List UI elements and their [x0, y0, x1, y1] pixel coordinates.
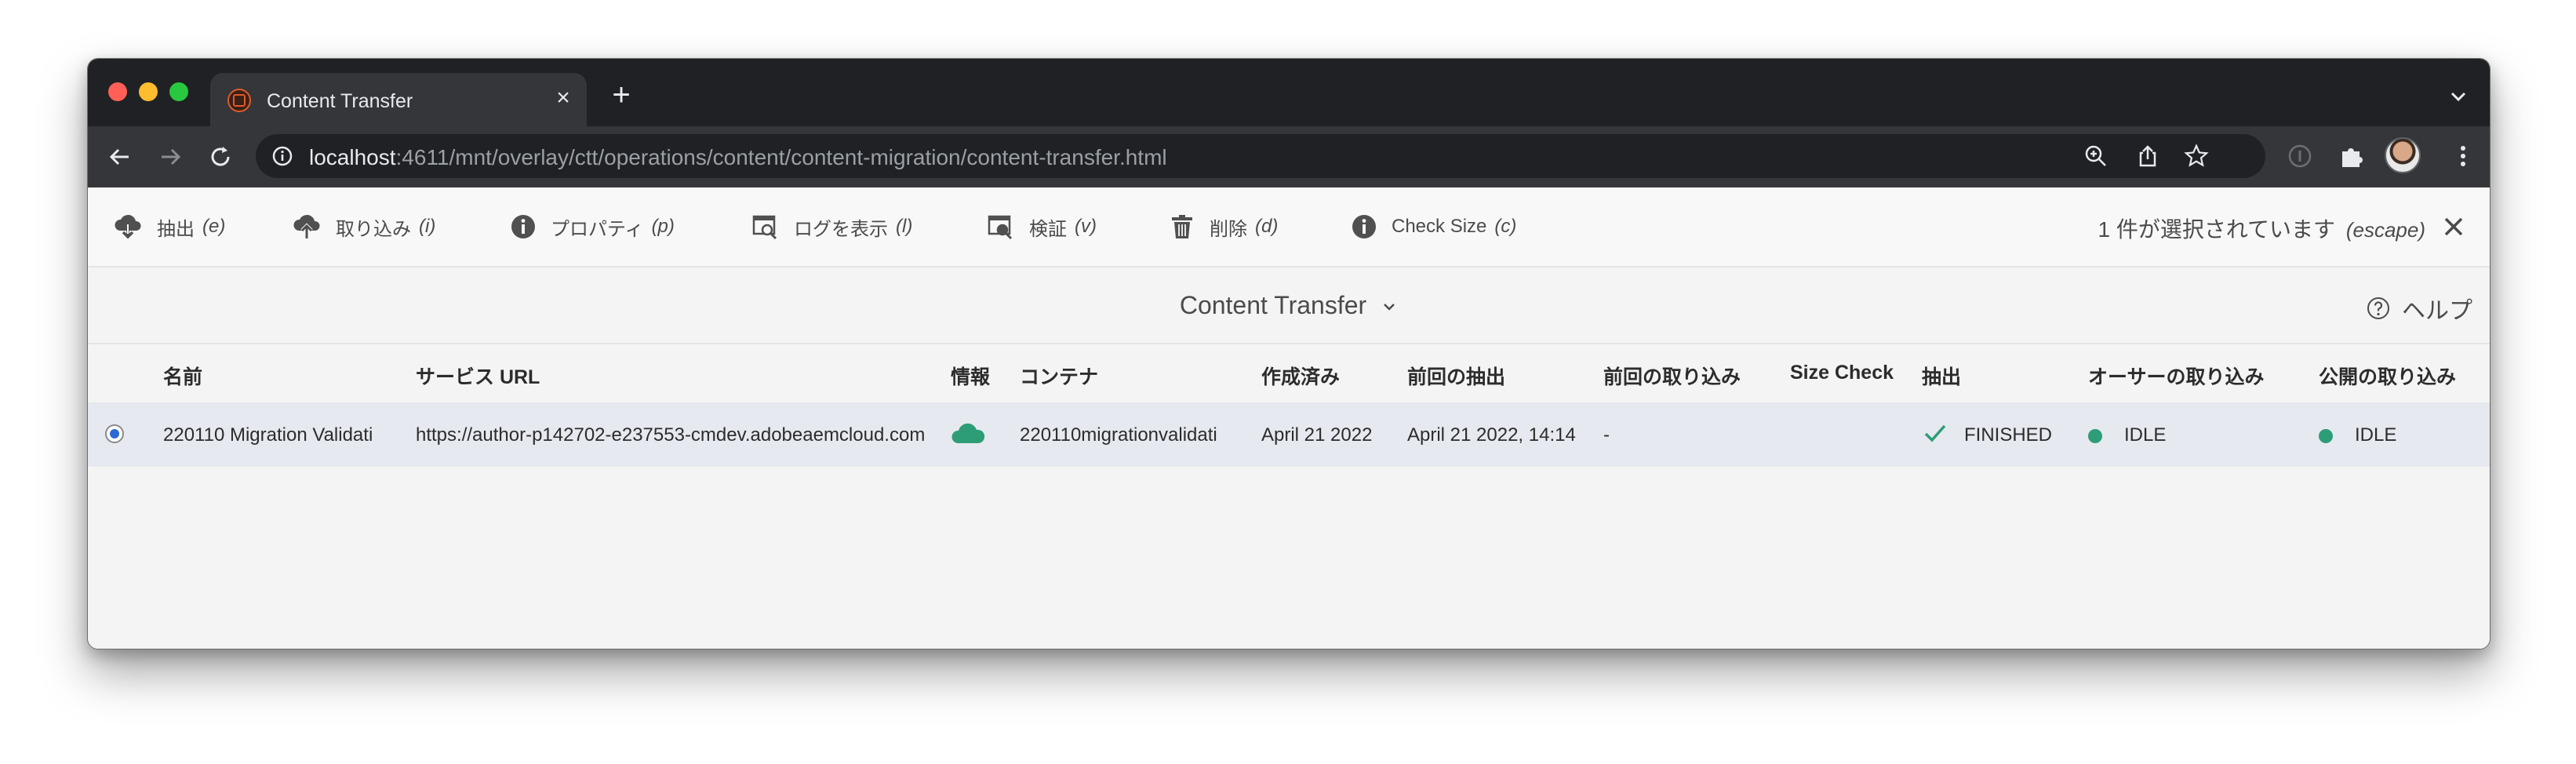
column-header-size-check[interactable]: Size Check — [1790, 362, 1894, 384]
column-header-last-ingestion[interactable]: 前回の取り込み — [1603, 362, 1741, 390]
action-shortcut: (v) — [1075, 216, 1097, 237]
validate-icon — [988, 215, 1013, 240]
zoom-icon[interactable] — [2083, 144, 2108, 169]
bookmark-star-icon[interactable] — [2184, 144, 2209, 169]
table-row[interactable]: 220110 Migration Validati https://author… — [88, 402, 2490, 467]
selection-shortcut: (escape) — [2345, 218, 2425, 242]
omnibox[interactable]: localhost:4611/mnt/overlay/ctt/operation… — [256, 134, 2265, 178]
help-button[interactable]: ヘルプ — [2366, 291, 2472, 326]
action-shortcut: (p) — [651, 216, 675, 237]
author-ingestion-status: IDLE — [2124, 424, 2167, 446]
column-header-service-url[interactable]: サービス URL — [416, 362, 540, 390]
validate-action-button[interactable]: 検証 (v) — [987, 209, 1097, 244]
tab-title: Content Transfer — [267, 90, 413, 112]
cell-extraction-status: FINISHED — [1964, 424, 2053, 446]
info-icon — [1352, 215, 1376, 238]
table-header: 名前 サービス URL 情報 コンテナ 作成済み 前回の抽出 前回の取り込み S… — [88, 344, 2490, 401]
column-header-name[interactable]: 名前 — [163, 362, 202, 390]
new-tab-icon[interactable]: + — [606, 79, 637, 112]
checkmark-icon — [1922, 420, 1948, 452]
aem-favicon-icon — [227, 89, 251, 112]
check-size-action-button[interactable]: Check Size (c) — [1351, 209, 1516, 244]
extract-action-button[interactable]: 抽出 (e) — [113, 209, 225, 244]
status-dot-icon — [2319, 428, 2333, 443]
tab-close-icon[interactable]: × — [549, 84, 577, 112]
share-icon[interactable] — [2135, 144, 2160, 169]
column-header-created[interactable]: 作成済み — [1261, 362, 1340, 390]
tab-strip: Content Transfer × + — [88, 59, 2490, 126]
cloud-icon — [951, 421, 987, 450]
help-icon — [2367, 297, 2389, 319]
url-text: localhost:4611/mnt/overlay/ctt/operation… — [309, 145, 1167, 170]
action-shortcut: (l) — [896, 216, 913, 237]
back-icon[interactable] — [104, 140, 136, 173]
cloud-upload-icon — [293, 214, 320, 238]
action-label: ログを表示 — [794, 218, 888, 240]
view-log-action-button[interactable]: ログを表示 (l) — [751, 209, 912, 244]
action-label: 検証 — [1029, 218, 1067, 240]
action-shortcut: (e) — [202, 216, 226, 237]
title-bar: Content Transfer ヘルプ — [88, 267, 2490, 344]
minimize-window-button[interactable] — [139, 82, 158, 101]
action-label: Check Size — [1392, 216, 1487, 237]
view-log-icon — [752, 215, 777, 240]
url-host: localhost — [309, 145, 396, 169]
action-shortcut: (c) — [1494, 216, 1517, 237]
extensions-puzzle-icon[interactable] — [2336, 140, 2367, 172]
site-info-icon[interactable] — [271, 145, 293, 167]
page-title-dropdown[interactable]: Content Transfer — [88, 291, 2490, 322]
ingest-action-button[interactable]: 取り込み (i) — [292, 209, 435, 244]
cell-created: April 21 2022 — [1261, 424, 1373, 446]
cell-last-ingestion: - — [1603, 424, 1610, 446]
tab-search-chevron-icon[interactable] — [2443, 81, 2474, 112]
action-shortcut: (i) — [419, 216, 436, 237]
browser-window: Content Transfer × + localhost:4611/mnt/… — [87, 58, 2490, 649]
cloud-download-icon — [115, 214, 141, 239]
aem-page: 抽出 (e) 取り込み (i) プロパティ (p) ログを表示 (l) 検証 (v) 削除… — [88, 187, 2490, 649]
action-label: プロパティ — [551, 218, 644, 240]
column-header-extraction[interactable]: 抽出 — [1922, 362, 1961, 390]
browser-tab[interactable]: Content Transfer × — [210, 73, 587, 126]
extension-disabled-icon[interactable] — [2284, 140, 2316, 172]
help-label: ヘルプ — [2402, 298, 2472, 324]
reload-icon[interactable] — [204, 140, 237, 173]
profile-avatar[interactable] — [2385, 137, 2421, 173]
cell-name: 220110 Migration Validati — [163, 424, 373, 446]
column-header-info[interactable]: 情報 — [951, 362, 990, 390]
clear-selection-close-icon[interactable] — [2440, 213, 2468, 241]
info-icon — [511, 215, 535, 238]
column-header-last-extraction[interactable]: 前回の抽出 — [1407, 362, 1505, 390]
action-shortcut: (d) — [1255, 216, 1279, 237]
cell-container: 220110migrationvalidati — [1020, 424, 1217, 446]
selection-count: 1 件が選択されています — [2098, 217, 2336, 242]
trash-icon — [1172, 215, 1192, 238]
publish-ingestion-status: IDLE — [2355, 424, 2397, 446]
status-dot-icon — [2088, 428, 2102, 443]
row-select-radio[interactable] — [105, 424, 124, 443]
cell-service-url: https://author-p142702-e237553-cmdev.ado… — [416, 424, 926, 446]
action-label: 取り込み — [336, 218, 411, 240]
action-label: 抽出 — [157, 218, 195, 240]
url-path: :4611/mnt/overlay/ctt/operations/content… — [395, 145, 1167, 169]
page-title: Content Transfer — [1179, 291, 1367, 319]
cell-publish-ingestion: IDLE — [2319, 424, 2396, 446]
cell-author-ingestion: IDLE — [2088, 424, 2166, 446]
column-header-author-ingestion[interactable]: オーサーの取り込み — [2088, 362, 2265, 390]
column-header-container[interactable]: コンテナ — [1020, 362, 1098, 390]
cell-last-extraction: April 21 2022, 14:14 — [1407, 424, 1576, 446]
browser-menu-icon[interactable] — [2447, 140, 2479, 172]
forward-icon[interactable] — [154, 140, 187, 173]
selection-info: 1 件が選択されています (escape) — [2098, 213, 2425, 244]
action-label: 削除 — [1210, 218, 1247, 240]
address-bar: localhost:4611/mnt/overlay/ctt/operation… — [88, 126, 2490, 187]
properties-action-button[interactable]: プロパティ (p) — [510, 209, 675, 244]
action-bar: 抽出 (e) 取り込み (i) プロパティ (p) ログを表示 (l) 検証 (v) 削除… — [88, 187, 2490, 267]
delete-action-button[interactable]: 削除 (d) — [1169, 209, 1278, 244]
chevron-down-icon — [1381, 293, 1398, 322]
close-window-button[interactable] — [108, 82, 127, 101]
column-header-publish-ingestion[interactable]: 公開の取り込み — [2319, 362, 2456, 390]
maximize-window-button[interactable] — [169, 82, 188, 101]
